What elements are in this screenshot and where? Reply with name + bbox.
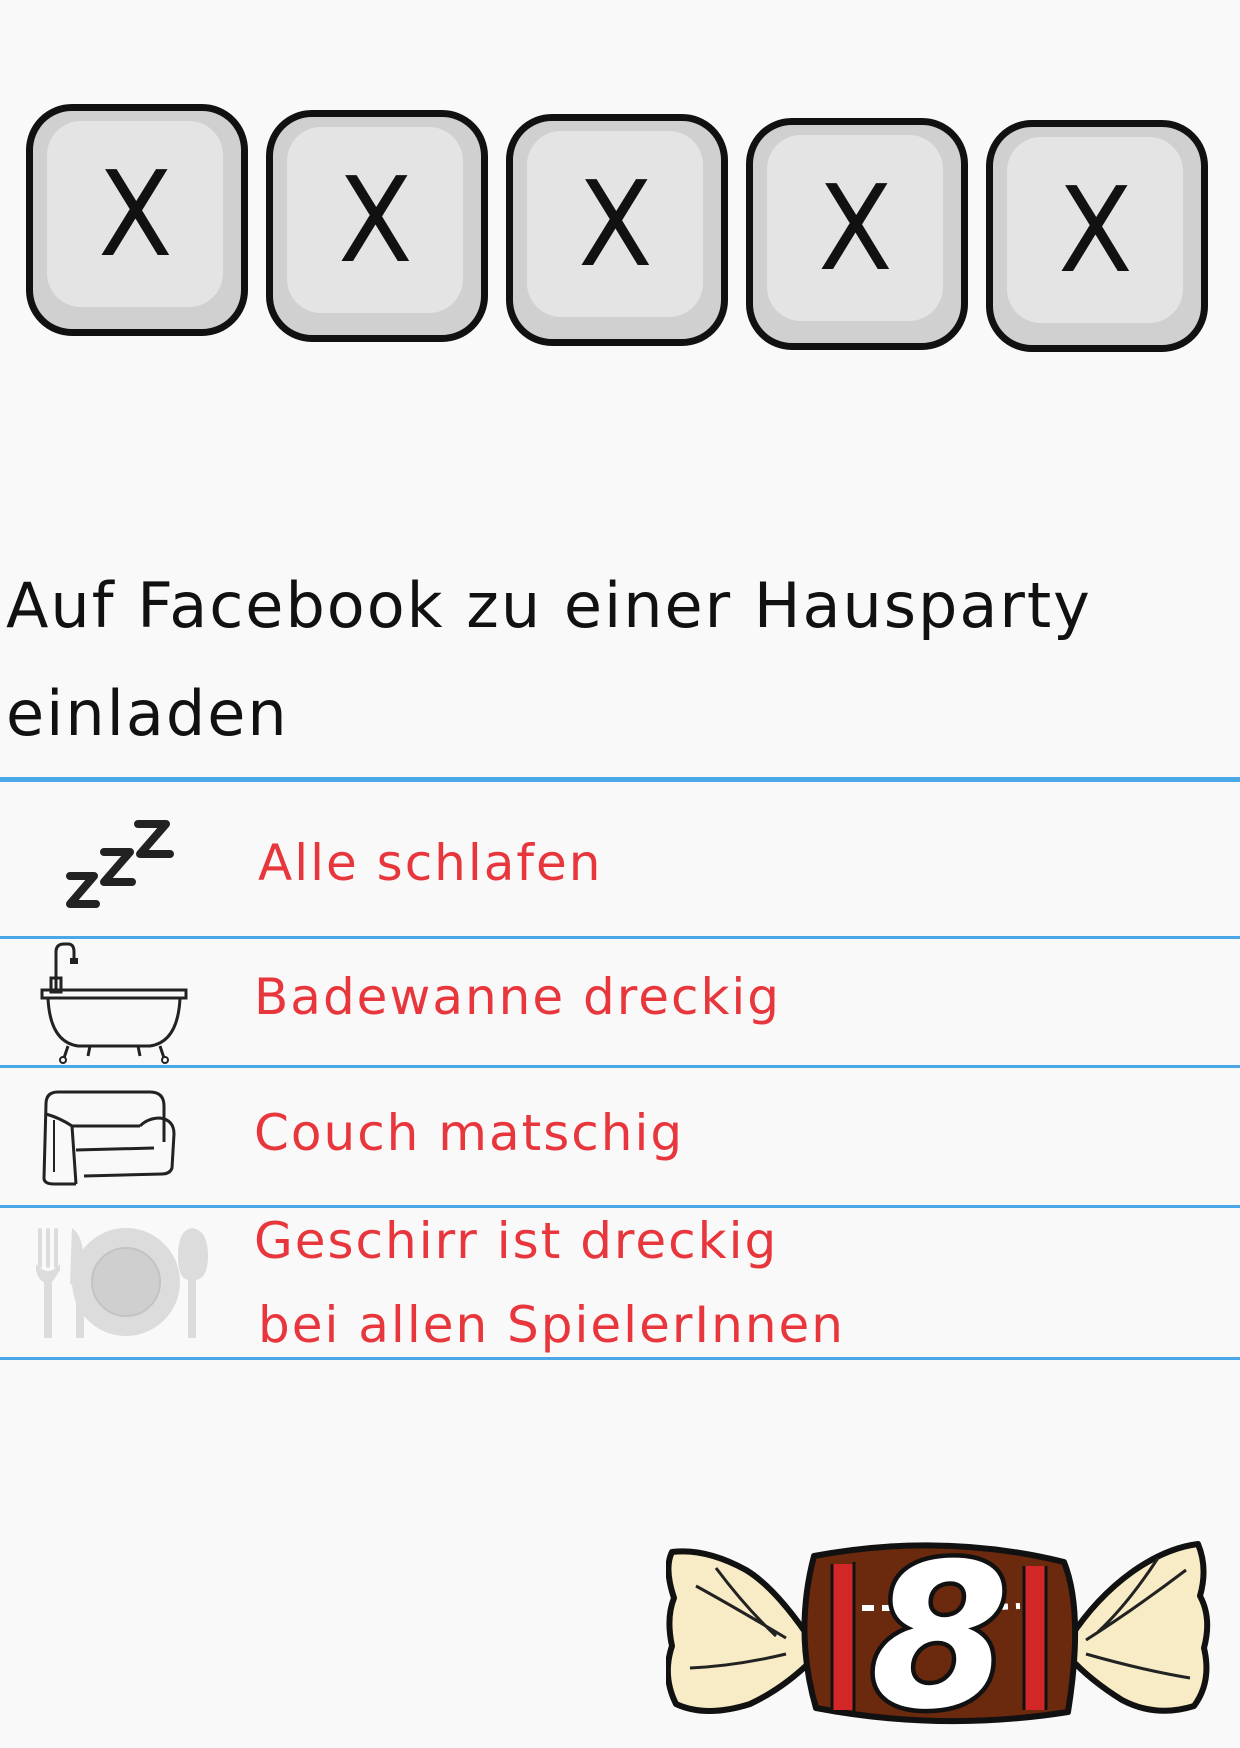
divider [0, 1065, 1240, 1068]
couch-icon [40, 1084, 178, 1188]
divider [0, 1205, 1240, 1208]
key-row: X X X X X [0, 0, 1240, 380]
candy-number: 8 [870, 1521, 1009, 1736]
key-tile: X [26, 104, 248, 336]
plate-cutlery-icon [32, 1226, 208, 1340]
candy-wrapper-right [1067, 1541, 1211, 1714]
sleep-zzz-icon [60, 812, 176, 920]
key-letter: X [1057, 161, 1133, 299]
key-tile: X [506, 114, 728, 346]
key-letter: X [577, 155, 653, 293]
row-text-dishes-line-2: bei allen SpielerInnen [258, 1296, 845, 1354]
key-letter: X [337, 151, 413, 289]
key-face: X [47, 121, 223, 307]
bathtub-icon [38, 942, 190, 1064]
key-face: X [527, 131, 703, 317]
key-letter: X [97, 145, 173, 283]
key-letter: X [817, 159, 893, 297]
divider-top [0, 777, 1240, 782]
row-text-couch: Couch matschig [254, 1104, 685, 1162]
card-title: Auf Facebook zu einer Hausparty einladen [6, 552, 1236, 768]
row-text-sleep: Alle schlafen [258, 834, 603, 892]
key-tile: X [746, 118, 968, 350]
row-text-dishes-line-1: Geschirr ist dreckig [254, 1212, 779, 1270]
card-title-line-1: Auf Facebook zu einer Hausparty [6, 569, 1092, 642]
key-face: X [287, 127, 463, 313]
key-tile: X [266, 110, 488, 342]
card-title-line-2: einladen [6, 677, 289, 750]
candy-wrapper-left [664, 1548, 815, 1714]
candy-badge: 8 [664, 1508, 1214, 1748]
key-face: X [1007, 137, 1183, 323]
key-face: X [767, 135, 943, 321]
divider [0, 936, 1240, 939]
row-text-bathtub: Badewanne dreckig [254, 968, 782, 1026]
key-tile: X [986, 120, 1208, 352]
divider [0, 1357, 1240, 1360]
